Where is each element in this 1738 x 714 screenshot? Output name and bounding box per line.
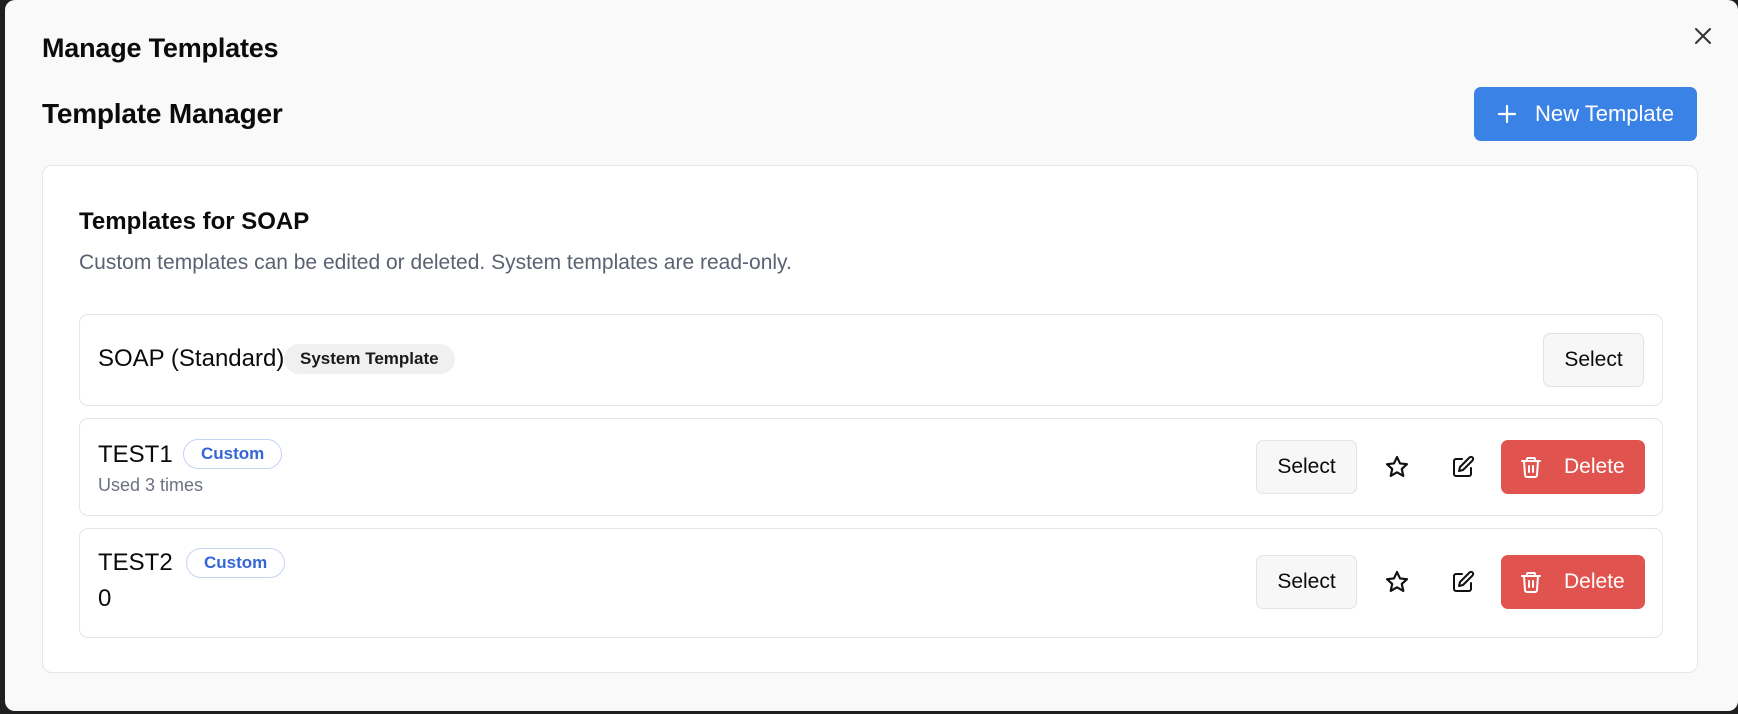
select-button[interactable]: Select [1256, 555, 1357, 609]
usage-count: 0 [98, 585, 112, 612]
delete-button[interactable]: Delete [1501, 555, 1645, 609]
trash-icon [1519, 455, 1543, 479]
edit-button[interactable] [1440, 559, 1486, 605]
page-title: Template Manager [42, 98, 283, 129]
edit-button[interactable] [1440, 444, 1486, 490]
card-description: Custom templates can be edited or delete… [79, 251, 792, 274]
template-name: SOAP (Standard) [98, 345, 285, 372]
close-icon [1695, 28, 1711, 44]
star-icon [1385, 455, 1409, 477]
edit-icon [1453, 570, 1475, 592]
template-row-soap-standard: SOAP (Standard) System Template Select [79, 314, 1663, 406]
custom-badge: Custom [186, 548, 286, 578]
edit-icon [1453, 455, 1475, 477]
favorite-button[interactable] [1374, 559, 1420, 605]
new-template-button[interactable]: New Template [1474, 87, 1697, 141]
template-row-test1: TEST1 Custom Used 3 times Select Delete [79, 418, 1663, 516]
template-row-test2: TEST2 Custom 0 Select Delete [79, 528, 1663, 638]
system-template-badge: System Template [284, 344, 455, 374]
delete-button[interactable]: Delete [1501, 440, 1645, 494]
templates-card: Templates for SOAP Custom templates can … [42, 165, 1698, 673]
trash-icon [1519, 570, 1543, 594]
custom-badge: Custom [183, 439, 283, 469]
card-title: Templates for SOAP [79, 208, 310, 235]
star-icon [1385, 570, 1409, 592]
delete-label: Delete [1564, 570, 1625, 593]
favorite-button[interactable] [1374, 444, 1420, 490]
usage-count: Used 3 times [98, 475, 204, 495]
delete-label: Delete [1564, 455, 1625, 478]
new-template-label: New Template [1535, 101, 1674, 126]
close-button[interactable] [1689, 22, 1717, 50]
manage-templates-dialog: Manage Templates Template Manager New Te… [5, 0, 1738, 711]
dialog-title: Manage Templates [42, 33, 279, 63]
template-name: TEST2 [98, 549, 173, 576]
plus-icon [1496, 103, 1518, 125]
select-button[interactable]: Select [1543, 333, 1644, 387]
template-name: TEST1 [98, 441, 173, 468]
select-button[interactable]: Select [1256, 440, 1357, 494]
